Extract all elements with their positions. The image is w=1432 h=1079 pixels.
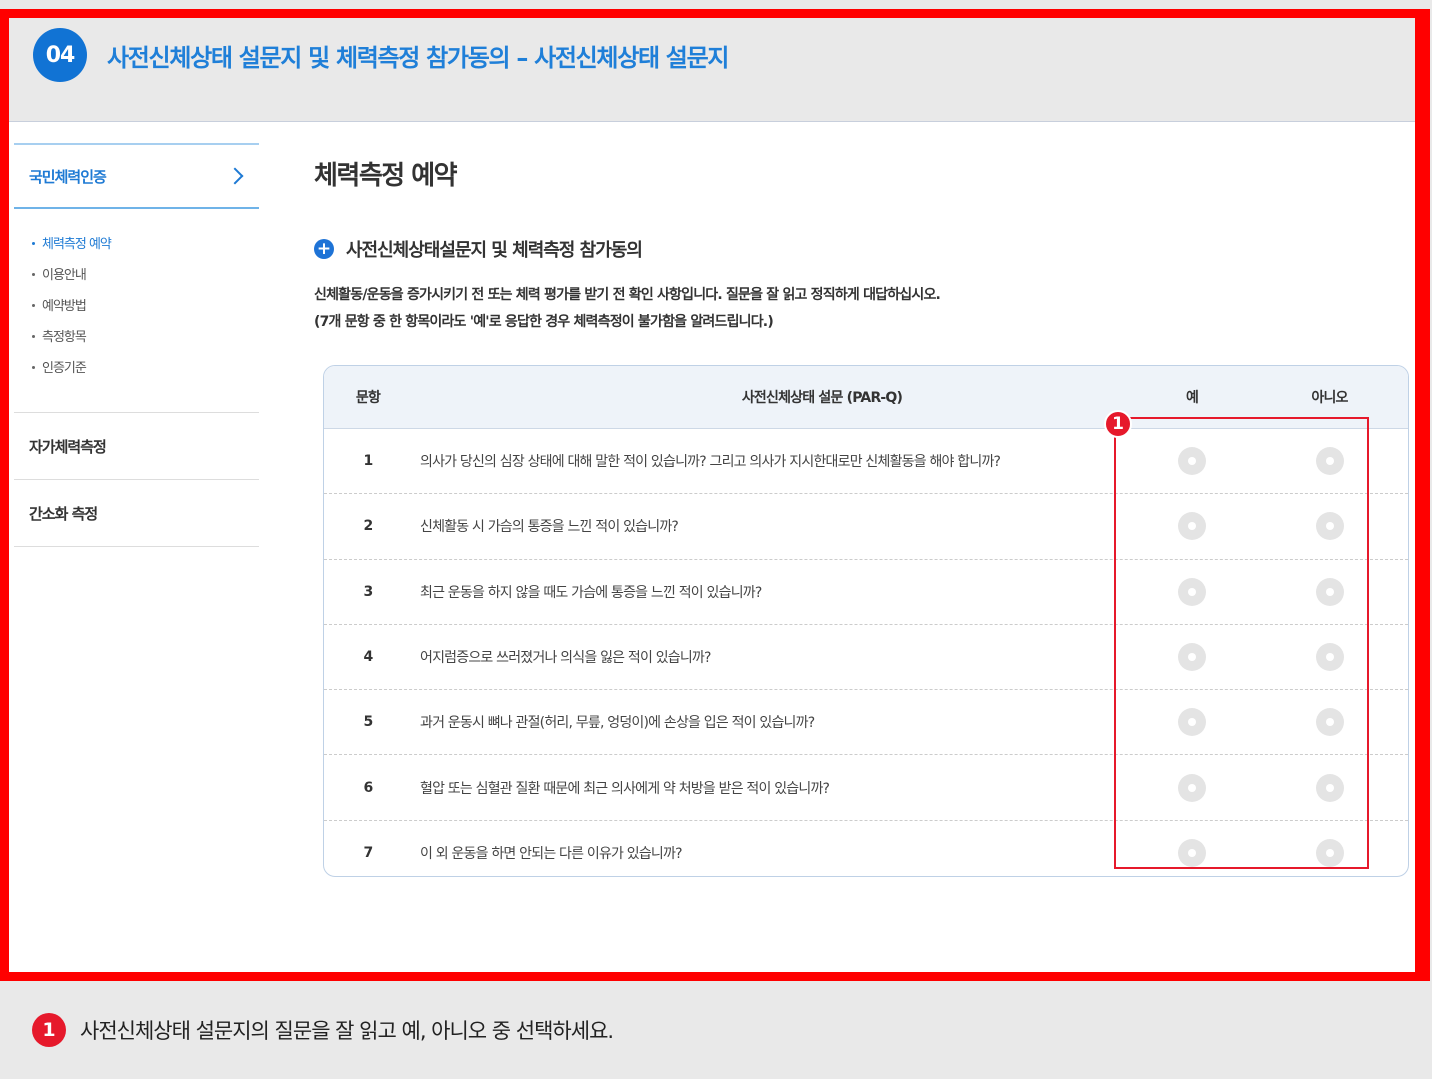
radio-yes[interactable]	[1178, 773, 1206, 802]
row-question: 과거 운동시 뼈나 관절(허리, 무릎, 엉덩이)에 손상을 입은 적이 있습니…	[420, 715, 815, 732]
row-number: 5	[363, 714, 374, 731]
annotation-note: 1 사전신체상태 설문지의 질문을 잘 읽고 예, 아니오 중 선택하세요.	[32, 1013, 614, 1047]
sidebar-item-booking-method[interactable]: 예약방법	[29, 297, 259, 328]
radio-yes[interactable]	[1178, 643, 1206, 672]
step-number-badge: 04	[33, 28, 87, 82]
sidebar-submenu: 체력측정 예약 이용안내 예약방법 측정항목 인증기준	[14, 209, 259, 413]
sidebar-item-label: 예약방법	[42, 299, 87, 314]
annotation-marker-1: 1	[32, 1013, 66, 1047]
row-question: 의사가 당신의 심장 상태에 대해 말한 적이 있습니까? 그리고 의사가 지시…	[420, 454, 1001, 471]
column-header-no: 문항	[355, 390, 381, 406]
sidebar-item-label: 이용안내	[42, 268, 87, 283]
column-header-question: 사전신체상태 설문 (PAR-Q)	[741, 390, 903, 406]
row-number: 2	[363, 518, 374, 535]
parq-table: 문항 사전신체상태 설문 (PAR-Q) 예 아니오 1 의사가 당신의 심장 …	[323, 365, 1409, 877]
radio-yes[interactable]	[1178, 838, 1206, 867]
radio-yes[interactable]	[1178, 512, 1206, 541]
row-question: 최근 운동을 하지 않을 때도 가슴에 통증을 느낀 적이 있습니까?	[420, 584, 762, 601]
table-row: 4 어지럼증으로 쓰러졌거나 의식을 잃은 적이 있습니까?	[324, 625, 1408, 691]
row-question: 신체활동 시 가슴의 통증을 느낀 적이 있습니까?	[420, 519, 679, 536]
table-row: 2 신체활동 시 가슴의 통증을 느낀 적이 있습니까?	[324, 494, 1408, 560]
screenshot-frame: 04 사전신체상태 설문지 및 체력측정 참가동의 – 사전신체상태 설문지 국…	[0, 9, 1430, 981]
main-content: 체력측정 예약 + 사전신체상태설문지 및 체력측정 참가동의 신체활동/운동을…	[314, 155, 1409, 877]
radio-yes[interactable]	[1178, 708, 1206, 737]
sidebar-menu-national-fitness[interactable]: 국민체력인증	[14, 143, 259, 209]
bullet-icon	[32, 334, 35, 338]
bullet-icon	[32, 241, 35, 245]
sidebar-item-self-fitness[interactable]: 자가체력측정	[14, 413, 259, 480]
radio-yes[interactable]	[1178, 577, 1206, 606]
sidebar-item-label: 체력측정 예약	[42, 237, 112, 252]
sidebar-item-label: 인증기준	[42, 361, 87, 376]
radio-no[interactable]	[1315, 512, 1344, 541]
sidebar-menu-label: 국민체력인증	[29, 167, 107, 186]
row-number: 4	[363, 649, 374, 666]
page-title: 체력측정 예약	[314, 161, 458, 191]
table-row: 1 의사가 당신의 심장 상태에 대해 말한 적이 있습니까? 그리고 의사가 …	[324, 429, 1408, 495]
radio-no[interactable]	[1315, 447, 1344, 476]
description: 신체활동/운동을 증가시키기 전 또는 체력 평가를 받기 전 확인 사항입니다…	[314, 282, 1404, 336]
sidebar-item-guide[interactable]: 이용안내	[29, 266, 259, 297]
table-header: 문항 사전신체상태 설문 (PAR-Q) 예 아니오	[324, 366, 1408, 429]
description-line: 신체활동/운동을 증가시키기 전 또는 체력 평가를 받기 전 확인 사항입니다…	[314, 287, 941, 303]
row-question: 혈압 또는 심혈관 질환 때문에 최근 의사에게 약 처방을 받은 적이 있습니…	[420, 780, 830, 797]
table-row: 7 이 외 운동을 하면 안되는 다른 이유가 있습니까?	[324, 821, 1408, 876]
table-row: 5 과거 운동시 뼈나 관절(허리, 무릎, 엉덩이)에 손상을 입은 적이 있…	[324, 690, 1408, 756]
radio-no[interactable]	[1315, 708, 1344, 737]
row-number: 1	[363, 453, 374, 470]
bullet-icon	[32, 272, 35, 276]
row-number: 6	[363, 779, 374, 796]
column-header-yes: 예	[1185, 390, 1199, 406]
sidebar-item-simplified-measurement[interactable]: 간소화 측정	[14, 480, 259, 547]
column-header-no-answer: 아니오	[1311, 390, 1348, 406]
section-title: 사전신체상태설문지 및 체력측정 참가동의	[346, 240, 643, 261]
section-header: + 사전신체상태설문지 및 체력측정 참가동의	[314, 236, 1404, 262]
plus-circle-icon: +	[314, 239, 334, 259]
chevron-right-icon	[226, 167, 244, 185]
row-question: 어지럼증으로 쓰러졌거나 의식을 잃은 적이 있습니까?	[420, 650, 711, 667]
radio-no[interactable]	[1315, 773, 1344, 802]
sidebar-item-label: 측정항목	[42, 330, 87, 345]
radio-no[interactable]	[1315, 643, 1344, 672]
sidebar: 국민체력인증 체력측정 예약 이용안내 예약방법 측정항목 인증기준 자가체력측…	[14, 143, 259, 547]
row-number: 3	[363, 583, 374, 600]
table-row: 6 혈압 또는 심혈관 질환 때문에 최근 의사에게 약 처방을 받은 적이 있…	[324, 755, 1408, 821]
row-number: 7	[363, 844, 374, 861]
bullet-icon	[32, 365, 35, 369]
radio-no[interactable]	[1315, 577, 1344, 606]
annotation-marker-1: 1	[1104, 410, 1132, 438]
description-line: (7개 문항 중 한 항목이라도 '예'로 응답한 경우 체력측정이 불가함을 …	[314, 314, 774, 330]
annotation-text: 사전신체상태 설문지의 질문을 잘 읽고 예, 아니오 중 선택하세요.	[80, 1019, 614, 1043]
table-row: 3 최근 운동을 하지 않을 때도 가슴에 통증을 느낀 적이 있습니까?	[324, 560, 1408, 625]
step-header: 04 사전신체상태 설문지 및 체력측정 참가동의 – 사전신체상태 설문지	[9, 18, 1415, 122]
radio-yes[interactable]	[1178, 447, 1206, 476]
sidebar-item-reservation[interactable]: 체력측정 예약	[29, 235, 259, 266]
sidebar-item-certification-criteria[interactable]: 인증기준	[29, 359, 259, 390]
radio-no[interactable]	[1315, 838, 1344, 867]
bullet-icon	[32, 303, 35, 307]
row-question: 이 외 운동을 하면 안되는 다른 이유가 있습니까?	[420, 845, 683, 862]
sidebar-item-measurement-items[interactable]: 측정항목	[29, 328, 259, 359]
step-title: 사전신체상태 설문지 및 체력측정 참가동의 – 사전신체상태 설문지	[107, 44, 729, 72]
